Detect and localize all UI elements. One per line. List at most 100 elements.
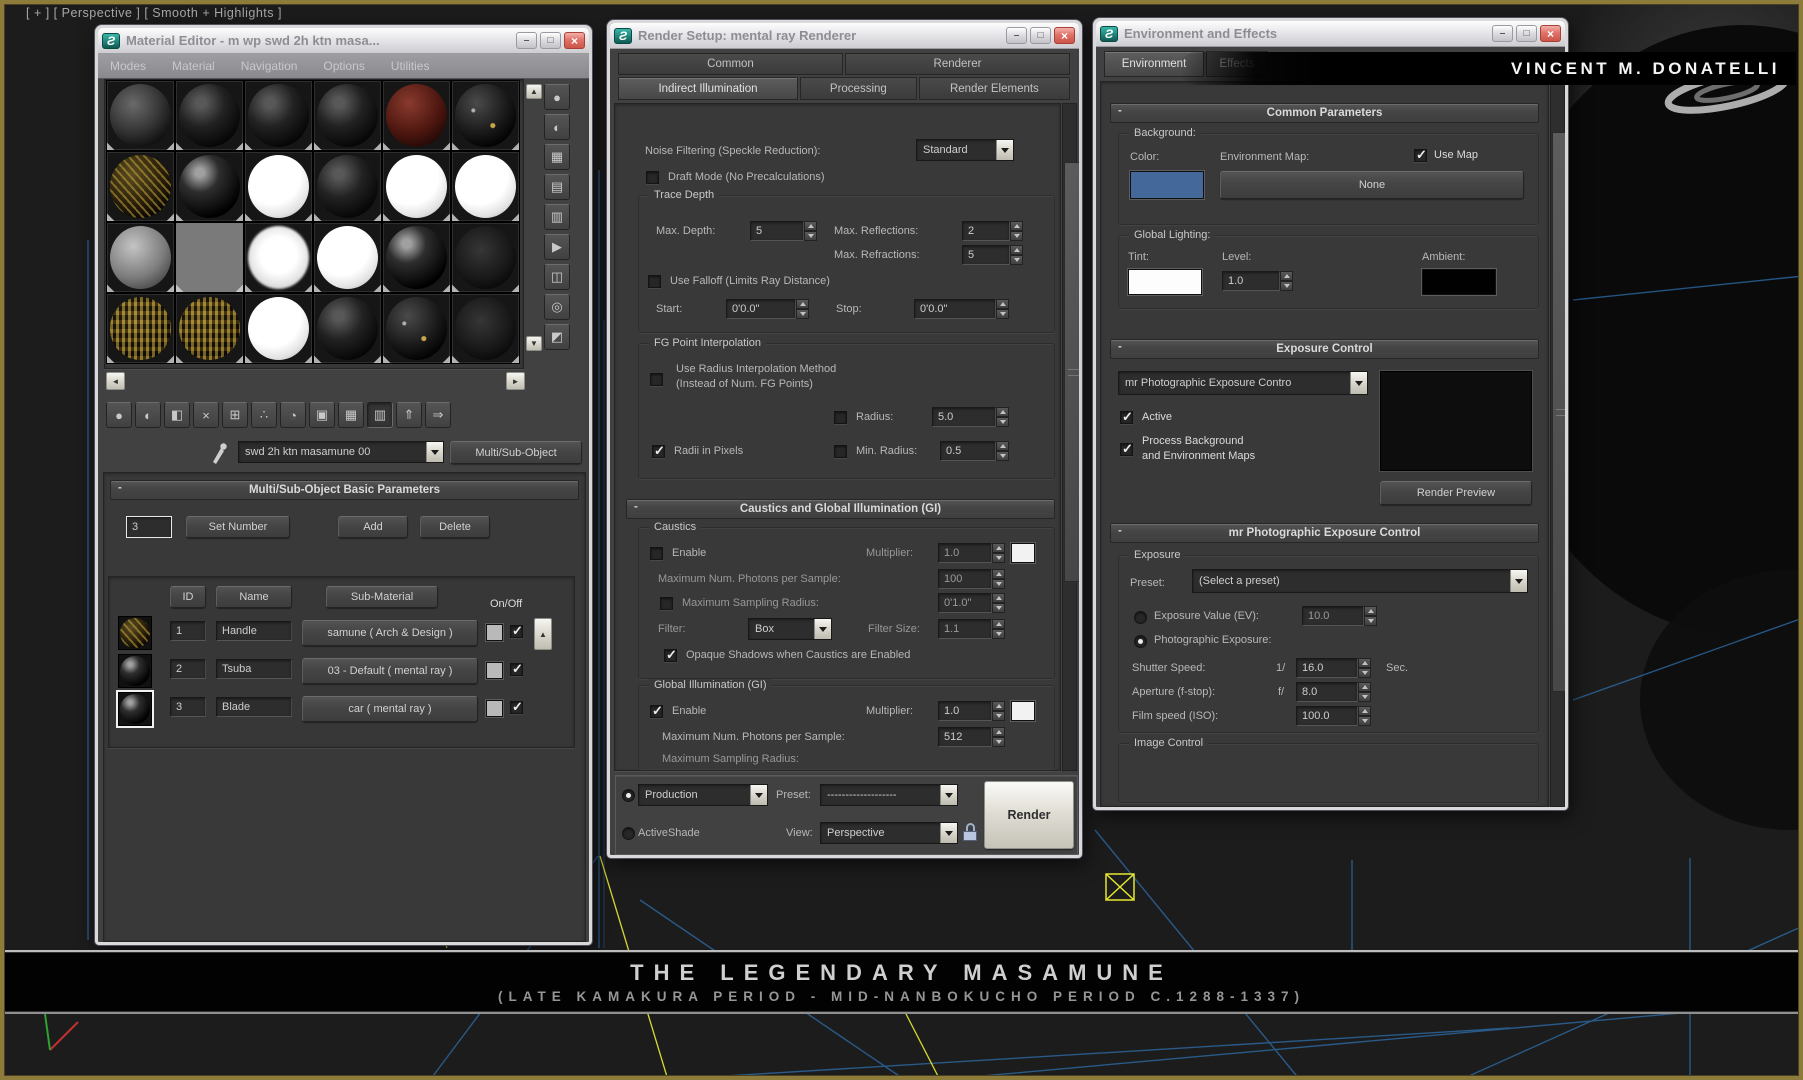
background-color-swatch[interactable]: [1130, 171, 1204, 199]
reset-map-icon[interactable]: ×: [193, 402, 219, 428]
dropdown-arrow-icon[interactable]: [996, 140, 1013, 160]
gi-photons-field[interactable]: 512: [938, 727, 992, 747]
level-spinner[interactable]: [1280, 271, 1293, 291]
filter-dropdown[interactable]: Box: [748, 618, 832, 640]
radii-in-pixels-checkbox[interactable]: [652, 443, 665, 459]
dropdown-arrow-icon[interactable]: [426, 442, 443, 462]
caustics-enable-checkbox[interactable]: [650, 547, 663, 560]
menu-utilities[interactable]: Utilities: [391, 59, 430, 73]
use-map-checkbox[interactable]: [1414, 147, 1427, 163]
collapse-icon[interactable]: -: [1118, 525, 1122, 537]
material-name-dropdown[interactable]: swd 2h ktn masamune 00: [238, 441, 444, 463]
material-sample-slot[interactable]: [175, 222, 244, 293]
collapse-icon[interactable]: -: [634, 501, 638, 513]
min-radius-checkbox[interactable]: [834, 445, 847, 458]
put-material-to-scene-icon[interactable]: ◐: [135, 402, 161, 428]
slots-scroll-right-button[interactable]: ►: [506, 372, 525, 390]
close-button[interactable]: ×: [1540, 25, 1561, 42]
material-sample-slot[interactable]: [382, 80, 451, 151]
gi-enable-checkbox[interactable]: [650, 703, 663, 719]
menu-options[interactable]: Options: [323, 59, 364, 73]
go-forward-to-sibling-icon[interactable]: ⇒: [425, 402, 451, 428]
activeshade-radio[interactable]: [622, 827, 635, 840]
material-sample-slot[interactable]: [451, 293, 520, 364]
id-column-header[interactable]: ID: [170, 586, 206, 608]
production-radio[interactable]: [622, 789, 635, 802]
material-sample-slot[interactable]: [382, 151, 451, 222]
dropdown-arrow-icon[interactable]: [750, 785, 767, 805]
material-sample-slot[interactable]: [313, 151, 382, 222]
exposure-control-rollout[interactable]: - Exposure Control: [1110, 339, 1539, 359]
material-editor-options-icon[interactable]: ◫: [544, 264, 570, 290]
use-falloff-checkbox[interactable]: [648, 275, 661, 288]
material-sample-slot[interactable]: [451, 80, 520, 151]
material-count-field[interactable]: 3: [126, 516, 172, 538]
id-field[interactable]: 3: [170, 697, 206, 717]
sub-material-thumbnail[interactable]: [118, 654, 152, 688]
material-sample-slot[interactable]: [106, 151, 175, 222]
show-end-result-icon[interactable]: ▥: [367, 402, 393, 428]
max-refractions-field[interactable]: 5: [962, 245, 1010, 265]
maximize-button[interactable]: □: [1516, 25, 1537, 42]
sub-material-column-header[interactable]: Sub-Material: [326, 586, 438, 608]
id-field[interactable]: 2: [170, 659, 206, 679]
caustics-photons-spinner[interactable]: [992, 569, 1005, 589]
content-scrollbar[interactable]: [1550, 81, 1565, 807]
sample-type-icon[interactable]: ●: [544, 84, 570, 110]
background-icon[interactable]: ▦: [544, 144, 570, 170]
start-field[interactable]: 0'0.0": [726, 299, 796, 319]
make-material-copy-icon[interactable]: ⊞: [222, 402, 248, 428]
max-depth-field[interactable]: 5: [750, 221, 804, 241]
make-preview-icon[interactable]: ▶: [544, 234, 570, 260]
gi-multiplier-swatch[interactable]: [1011, 701, 1035, 721]
active-checkbox[interactable]: [1120, 409, 1133, 425]
filter-size-field[interactable]: 1.1: [938, 619, 992, 639]
preset-dropdown[interactable]: -------------------: [820, 784, 958, 806]
material-sample-slot[interactable]: [175, 80, 244, 151]
sub-material-on-checkbox[interactable]: [510, 623, 523, 639]
material-id-channel-icon[interactable]: ▣: [309, 402, 335, 428]
shutter-speed-field[interactable]: 16.0: [1296, 658, 1358, 678]
minimize-button[interactable]: –: [1492, 25, 1513, 42]
list-scroll-up-button[interactable]: ▲: [534, 618, 552, 650]
exposure-value-spinner[interactable]: [1364, 606, 1377, 626]
render-preview-button[interactable]: Render Preview: [1380, 481, 1532, 505]
dropdown-arrow-icon[interactable]: [1350, 372, 1367, 394]
video-color-check-icon[interactable]: ▥: [544, 204, 570, 230]
put-to-library-icon[interactable]: ◔: [280, 402, 306, 428]
show-map-in-viewport-icon[interactable]: ▦: [338, 402, 364, 428]
exposure-preset-dropdown[interactable]: (Select a preset): [1192, 569, 1528, 593]
assign-material-to-selection-icon[interactable]: ◧: [164, 402, 190, 428]
set-number-button[interactable]: Set Number: [186, 516, 290, 538]
close-button[interactable]: ×: [564, 32, 585, 49]
sub-material-thumbnail[interactable]: [116, 690, 154, 728]
caustics-sampling-radius-field[interactable]: 0'1.0": [938, 593, 992, 613]
film-speed-spinner[interactable]: [1358, 706, 1371, 726]
material-type-button[interactable]: Multi/Sub-Object: [450, 441, 582, 464]
radius-field[interactable]: 5.0: [932, 407, 996, 427]
viewport-lock-icon[interactable]: [962, 823, 978, 843]
stop-spinner[interactable]: [996, 299, 1009, 319]
tab-renderer[interactable]: Renderer: [845, 53, 1070, 75]
film-speed-field[interactable]: 100.0: [1296, 706, 1358, 726]
name-field[interactable]: Blade: [216, 697, 292, 717]
sub-material-button[interactable]: 03 - Default ( mental ray ): [302, 658, 478, 684]
sub-material-color-swatch[interactable]: [486, 700, 503, 717]
stop-field[interactable]: 0'0.0": [914, 299, 996, 319]
material-sample-slot[interactable]: [175, 151, 244, 222]
make-unique-icon[interactable]: ∴: [251, 402, 277, 428]
id-field[interactable]: 1: [170, 621, 206, 641]
gi-multiplier-field[interactable]: 1.0: [938, 701, 992, 721]
sub-material-color-swatch[interactable]: [486, 662, 503, 679]
caustics-multiplier-spinner[interactable]: [992, 543, 1005, 563]
tint-color-swatch[interactable]: [1128, 269, 1202, 295]
material-sample-slot[interactable]: [313, 80, 382, 151]
material-sample-slot[interactable]: [106, 80, 175, 151]
ambient-color-swatch[interactable]: [1422, 269, 1496, 295]
slots-scroll-down-button[interactable]: ▼: [526, 336, 542, 351]
level-field[interactable]: 1.0: [1222, 271, 1280, 291]
aperture-spinner[interactable]: [1358, 682, 1371, 702]
material-sample-slot[interactable]: [313, 293, 382, 364]
viewport-label[interactable]: [ + ] [ Perspective ] [ Smooth + Highlig…: [26, 6, 282, 20]
common-parameters-rollout[interactable]: - Common Parameters: [1110, 103, 1539, 123]
